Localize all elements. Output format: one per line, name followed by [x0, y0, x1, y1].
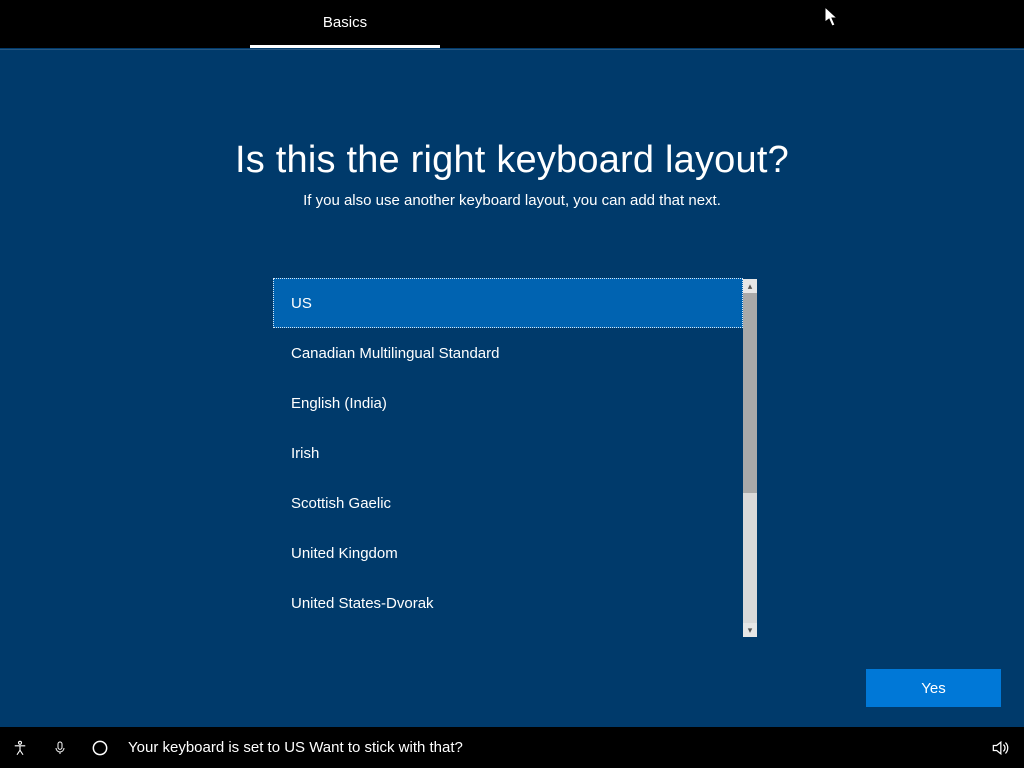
- list-item-label: US: [291, 295, 312, 312]
- list-item[interactable]: Scottish Gaelic: [273, 478, 743, 528]
- list-item[interactable]: US: [273, 278, 743, 328]
- list-item[interactable]: Irish: [273, 428, 743, 478]
- scroll-thumb[interactable]: [743, 293, 757, 493]
- list-item[interactable]: English (India): [273, 378, 743, 428]
- chevron-down-icon: ▾: [748, 626, 753, 635]
- list-item-label: United States-Dvorak: [291, 595, 434, 612]
- main-content: Is this the right keyboard layout? If yo…: [0, 49, 1024, 727]
- scrollbar[interactable]: ▴ ▾: [743, 279, 757, 637]
- keyboard-layout-list[interactable]: US Canadian Multilingual Standard Englis…: [273, 278, 743, 638]
- accessibility-icon[interactable]: [0, 727, 40, 768]
- list-item[interactable]: United Kingdom: [273, 528, 743, 578]
- cortana-circle-icon[interactable]: [80, 727, 120, 768]
- tab-label: Basics: [323, 14, 367, 31]
- list-item[interactable]: Canadian Multilingual Standard: [273, 328, 743, 378]
- list-item-label: Irish: [291, 445, 319, 462]
- keyboard-layout-listbox: US Canadian Multilingual Standard Englis…: [273, 278, 757, 638]
- yes-button-label: Yes: [921, 680, 945, 697]
- list-item-label: Scottish Gaelic: [291, 495, 391, 512]
- scroll-up-button[interactable]: ▴: [743, 279, 757, 293]
- list-item[interactable]: United States-Dvorak: [273, 578, 743, 628]
- scroll-down-button[interactable]: ▾: [743, 623, 757, 637]
- list-item-label: English (India): [291, 395, 387, 412]
- page-subtitle: If you also use another keyboard layout,…: [0, 192, 1024, 209]
- chevron-up-icon: ▴: [748, 282, 753, 291]
- top-bar: Basics: [0, 0, 1024, 48]
- list-item-label: United Kingdom: [291, 545, 398, 562]
- microphone-icon[interactable]: [40, 727, 80, 768]
- status-text: Your keyboard is set to US Want to stick…: [128, 739, 463, 756]
- page-title: Is this the right keyboard layout?: [0, 139, 1024, 182]
- yes-button[interactable]: Yes: [866, 669, 1001, 707]
- tab-basics[interactable]: Basics: [250, 0, 440, 48]
- volume-icon[interactable]: [980, 727, 1020, 768]
- list-item-label: Canadian Multilingual Standard: [291, 345, 499, 362]
- bottom-bar: Your keyboard is set to US Want to stick…: [0, 727, 1024, 768]
